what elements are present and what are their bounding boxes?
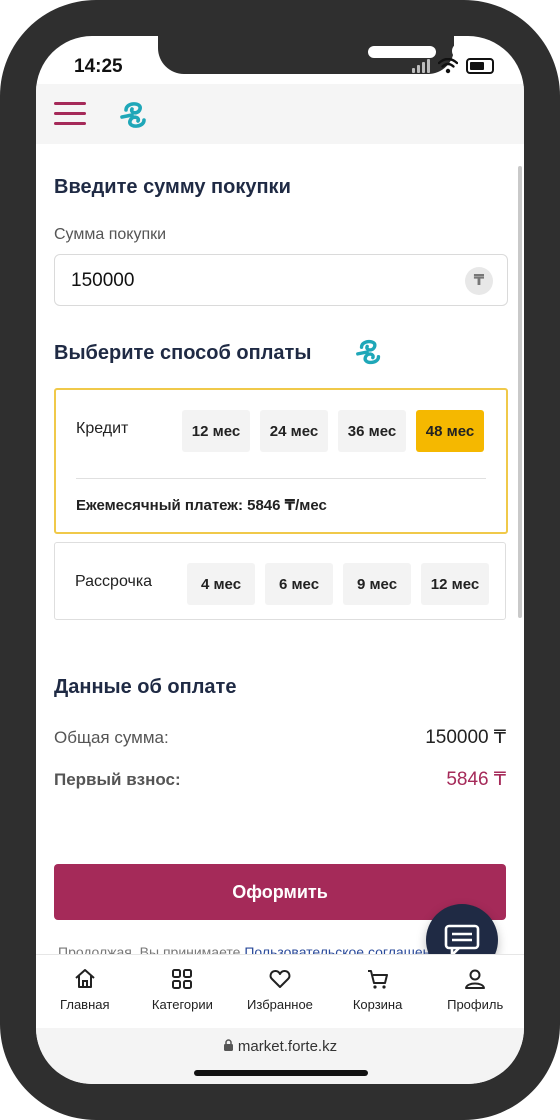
agreement-prefix: Продолжая, Вы принимаете	[58, 944, 245, 954]
credit-term-12[interactable]: 12 мес	[182, 410, 250, 452]
status-icons	[412, 58, 494, 74]
nav-cart[interactable]: Корзина	[329, 955, 427, 1029]
amount-input[interactable]: 150000 ₸	[54, 254, 508, 306]
lock-icon	[223, 1039, 233, 1051]
nav-cart-label: Корзина	[352, 997, 403, 1012]
bottom-nav: Главная Категории Избранное Корзина Проф…	[36, 954, 524, 1029]
url-text[interactable]: market.forte.kz	[36, 1038, 524, 1055]
nav-categories[interactable]: Категории	[134, 955, 232, 1029]
top-bar	[36, 84, 524, 145]
home-indicator[interactable]	[194, 1070, 368, 1076]
first-payment-label: Первый взнос:	[54, 770, 181, 789]
monthly-payment: Ежемесячный платеж: 5846 ₸/мес	[76, 497, 327, 514]
installment-term-9[interactable]: 9 мес	[343, 563, 411, 605]
browser-url-bar[interactable]: market.forte.kz	[36, 1028, 524, 1084]
divider	[76, 478, 486, 479]
installment-term-chips: 4 мес 6 мес 9 мес 12 мес	[187, 563, 489, 605]
phone-frame: 14:25 Введите сумму покупки Сумма покупк…	[0, 0, 560, 1120]
forte-logo-icon	[356, 339, 381, 365]
heart-icon	[269, 970, 291, 988]
screen: 14:25 Введите сумму покупки Сумма покупк…	[36, 36, 524, 1084]
wifi-icon	[438, 58, 458, 74]
profile-icon	[465, 969, 486, 989]
nav-home[interactable]: Главная	[36, 955, 134, 1029]
total-value: 150000 ₸	[425, 727, 506, 748]
credit-option-card[interactable]: Кредит 12 мес 24 мес 36 мес 48 мес Ежеме…	[54, 388, 508, 534]
user-agreement-link[interactable]: Пользовательское соглашение	[244, 944, 446, 954]
installment-term-12[interactable]: 12 мес	[421, 563, 489, 605]
nav-profile-label: Профиль	[447, 997, 504, 1012]
payment-method-title: Выберите способ оплаты	[54, 342, 312, 364]
forte-logo-icon[interactable]	[118, 98, 152, 132]
credit-term-chips: 12 мес 24 мес 36 мес 48 мес	[182, 410, 484, 452]
battery-icon	[466, 58, 494, 74]
nav-favorites[interactable]: Избранное	[231, 955, 329, 1029]
amount-value[interactable]: 150000	[71, 270, 134, 292]
speaker	[368, 46, 436, 58]
cart-icon	[367, 970, 388, 989]
camera	[452, 43, 468, 59]
nav-favorites-label: Избранное	[247, 997, 313, 1012]
notch	[158, 36, 468, 74]
credit-term-24[interactable]: 24 мес	[260, 410, 328, 452]
installment-option-card[interactable]: Рассрочка 4 мес 6 мес 9 мес 12 мес	[54, 542, 506, 620]
tenge-icon: ₸	[465, 267, 493, 295]
installment-term-6[interactable]: 6 мес	[265, 563, 333, 605]
agreement-text: Продолжая, Вы принимаете Пользовательско…	[58, 944, 446, 954]
credit-label: Кредит	[76, 420, 129, 437]
nav-categories-label: Категории	[151, 997, 213, 1012]
chat-icon	[444, 924, 480, 954]
amount-label: Сумма покупки	[54, 226, 167, 243]
main-content: Введите сумму покупки Сумма покупки 1500…	[36, 144, 524, 954]
credit-term-48[interactable]: 48 мес	[416, 410, 484, 452]
signal-icon	[412, 59, 430, 73]
chat-button[interactable]	[426, 904, 498, 954]
purchase-title: Введите сумму покупки	[54, 176, 291, 198]
home-icon	[75, 969, 95, 988]
categories-icon	[172, 969, 193, 989]
status-time: 14:25	[74, 56, 123, 77]
nav-home-label: Главная	[60, 997, 110, 1012]
total-label: Общая сумма:	[54, 728, 169, 747]
payment-details-title: Данные об оплате	[54, 676, 237, 698]
scrollbar[interactable]	[518, 166, 522, 618]
installment-term-4[interactable]: 4 мес	[187, 563, 255, 605]
first-payment-value: 5846 ₸	[446, 769, 506, 790]
url-value: market.forte.kz	[237, 1038, 338, 1055]
nav-profile[interactable]: Профиль	[426, 955, 524, 1029]
installment-label: Рассрочка	[75, 573, 153, 590]
credit-term-36[interactable]: 36 мес	[338, 410, 406, 452]
hamburger-icon[interactable]	[54, 102, 86, 126]
